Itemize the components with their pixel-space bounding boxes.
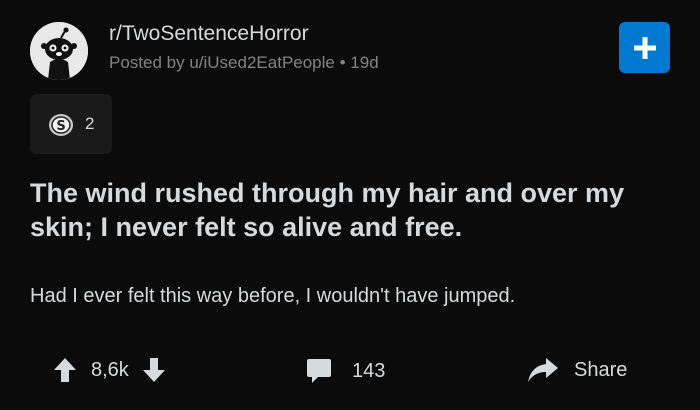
silver-award-icon: S — [48, 113, 74, 142]
upvote-button[interactable] — [54, 358, 76, 382]
arrow-up-icon — [54, 358, 76, 382]
plus-icon — [633, 36, 656, 59]
meta-separator: • — [339, 53, 346, 72]
downvote-button[interactable] — [142, 358, 165, 382]
comment-count: 143 — [352, 359, 386, 382]
posted-by[interactable]: Posted by u/iUsed2EatPeople — [109, 53, 335, 72]
vote-group: 8,6k — [54, 358, 165, 382]
post-actions-bar: 8,6k 143 Share — [0, 350, 700, 394]
post-age: 19d — [350, 53, 379, 72]
post-meta: Posted by u/iUsed2EatPeople • 19d — [109, 53, 379, 73]
award-badge[interactable]: S 2 — [30, 94, 112, 154]
arrow-down-icon — [142, 358, 165, 382]
post-body: Had I ever felt this way before, I would… — [30, 285, 516, 307]
svg-text:S: S — [56, 119, 65, 134]
post-title[interactable]: The wind rushed through my hair and over… — [30, 176, 670, 244]
vote-score: 8,6k — [91, 358, 129, 381]
comment-bubble-icon — [307, 359, 331, 383]
share-arrow-icon — [528, 358, 558, 382]
subreddit-name[interactable]: r/TwoSentenceHorror — [109, 22, 309, 46]
post-header: r/TwoSentenceHorror Posted by u/iUsed2Ea… — [30, 18, 670, 80]
award-count: 2 — [85, 114, 95, 133]
share-label: Share — [574, 358, 628, 381]
join-button[interactable] — [619, 22, 670, 73]
share-button[interactable]: Share — [528, 358, 627, 382]
subreddit-avatar-icon[interactable] — [30, 22, 88, 80]
comments-button[interactable]: 143 — [306, 358, 385, 384]
